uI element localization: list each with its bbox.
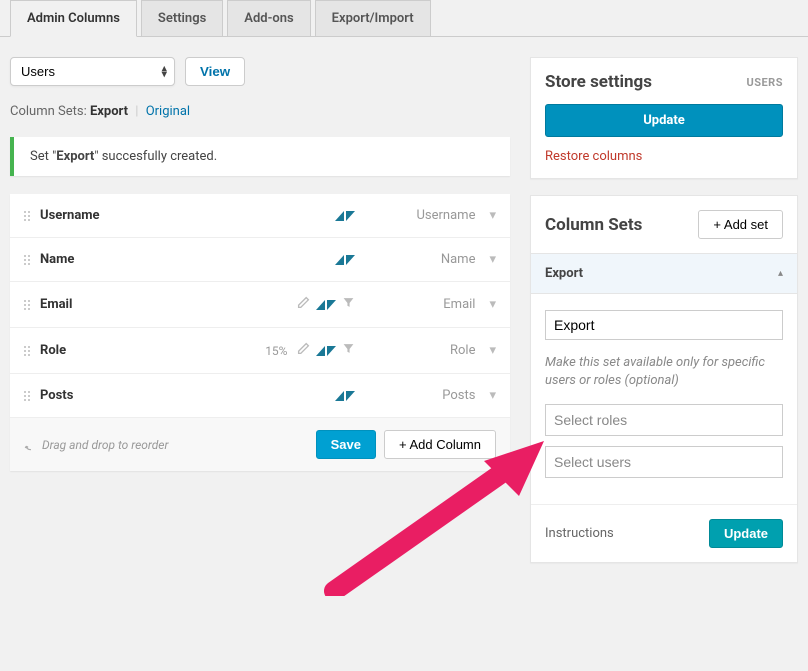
column-controls [335, 391, 355, 401]
tab-settings[interactable]: Settings [141, 0, 223, 36]
set-hint: Make this set available only for specifi… [545, 354, 783, 390]
column-controls [297, 296, 355, 313]
select-roles-input[interactable]: Select roles [545, 404, 783, 436]
set-accordion[interactable]: Export ▴ [531, 253, 797, 294]
drag-handle-icon[interactable] [24, 300, 30, 310]
breadcrumb-original[interactable]: Original [146, 104, 190, 119]
drag-handle-icon[interactable] [24, 255, 30, 265]
drag-handle-icon[interactable] [24, 391, 30, 401]
set-update-button[interactable]: Update [709, 519, 783, 548]
sort-icon[interactable] [316, 300, 336, 310]
instructions-link[interactable]: Instructions [545, 526, 614, 541]
pencil-icon[interactable] [297, 342, 310, 359]
sort-icon[interactable] [335, 255, 355, 265]
store-settings-tag: USERS [746, 76, 783, 89]
column-sets-panel: Column Sets + Add set Export ▴ Make this… [530, 195, 798, 563]
breadcrumb-label: Column Sets: [10, 104, 87, 119]
column-row[interactable]: Username Username ▾ [10, 194, 510, 238]
chevron-down-icon[interactable]: ▾ [489, 297, 496, 312]
column-row[interactable]: Name Name ▾ [10, 238, 510, 282]
chevron-down-icon[interactable]: ▾ [489, 343, 496, 358]
chevron-down-icon[interactable]: ▾ [489, 208, 496, 223]
column-type: Role [385, 343, 475, 358]
sort-icon[interactable] [316, 346, 336, 356]
drag-handle-icon[interactable] [24, 346, 30, 356]
pencil-icon[interactable] [297, 296, 310, 313]
column-controls [335, 211, 355, 221]
chevron-down-icon[interactable]: ▾ [489, 252, 496, 267]
tab-addons[interactable]: Add-ons [227, 0, 310, 36]
column-list-footer: Drag and drop to reorderSave + Add Column [10, 418, 510, 471]
column-width-pct: 15% [265, 344, 287, 358]
caret-up-icon: ▴ [778, 268, 783, 279]
column-sets-title: Column Sets [545, 215, 642, 235]
tab-export-import[interactable]: Export/Import [315, 0, 431, 36]
column-name: Posts [40, 388, 335, 403]
store-settings-title: Store settings [545, 72, 652, 92]
store-update-button[interactable]: Update [545, 104, 783, 137]
set-name-input[interactable] [545, 310, 783, 340]
store-settings-panel: Store settings USERS Update Restore colu… [530, 57, 798, 179]
sort-icon[interactable] [335, 391, 355, 401]
save-button[interactable]: Save [316, 430, 376, 459]
breadcrumb-current: Export [90, 104, 128, 119]
sort-icon[interactable] [335, 211, 355, 221]
column-name: Role [40, 343, 265, 358]
column-type: Username [385, 208, 475, 223]
add-column-button[interactable]: + Add Column [384, 430, 496, 459]
column-type: Name [385, 252, 475, 267]
column-type: Posts [385, 388, 475, 403]
column-list: Username Username ▾ Name Name ▾ Email Email ▾ Rol… [10, 194, 510, 471]
column-name: Name [40, 252, 335, 267]
column-row[interactable]: Role15%Role▾ [10, 328, 510, 374]
view-button[interactable]: View [185, 57, 245, 86]
set-accordion-title: Export [545, 266, 583, 281]
restore-columns-link[interactable]: Restore columns [545, 149, 783, 164]
chevron-down-icon[interactable]: ▾ [489, 388, 496, 403]
column-row[interactable]: Email Email ▾ [10, 282, 510, 328]
column-type: Email [385, 297, 475, 312]
reorder-tip: Drag and drop to reorder [24, 438, 316, 452]
topbar: Users ▴▾ View [10, 57, 510, 86]
add-set-button[interactable]: + Add set [698, 210, 783, 239]
success-alert: Set "Export" succesfully created. [10, 137, 510, 176]
list-type-select[interactable]: Users [10, 57, 175, 86]
column-controls: 15% [265, 342, 355, 359]
drag-handle-icon[interactable] [24, 211, 30, 221]
nav-tabs: Admin Columns Settings Add-ons Export/Im… [0, 0, 808, 37]
filter-icon[interactable] [342, 342, 355, 359]
select-users-input[interactable]: Select users [545, 446, 783, 478]
column-controls [335, 255, 355, 265]
column-name: Username [40, 208, 335, 223]
breadcrumb: Column Sets: Export | Original [10, 104, 510, 119]
filter-icon[interactable] [342, 296, 355, 313]
column-name: Email [40, 297, 297, 312]
tab-admin-columns[interactable]: Admin Columns [10, 0, 137, 37]
column-row[interactable]: Posts Posts ▾ [10, 374, 510, 418]
